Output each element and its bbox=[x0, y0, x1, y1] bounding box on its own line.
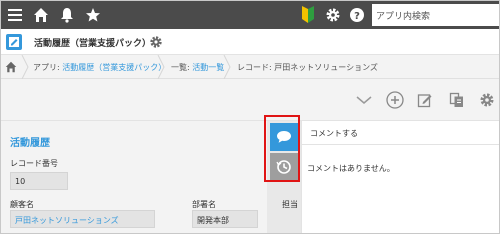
home-icon[interactable] bbox=[31, 5, 51, 25]
gear-icon[interactable] bbox=[478, 91, 496, 109]
highlight-box bbox=[264, 115, 300, 182]
star-icon[interactable] bbox=[83, 5, 103, 25]
gear-icon[interactable] bbox=[323, 5, 343, 25]
breadcrumb: アプリ: 活動履歴（営業支援パック） 一覧: 活動一覧 レコード: 戸田ネットソ… bbox=[1, 54, 499, 80]
duplicate-icon[interactable] bbox=[448, 91, 466, 109]
comment-input[interactable]: コメントする bbox=[302, 121, 499, 145]
department-value: 開発本部 bbox=[192, 210, 258, 228]
person-label-visible: 担当 bbox=[282, 200, 298, 209]
app-header: 活動履歴（営業支援パック） bbox=[1, 29, 499, 55]
record-number-value: 10 bbox=[10, 172, 68, 190]
comment-panel: コメントする コメントはありません。 bbox=[301, 121, 499, 233]
breadcrumb-separator bbox=[21, 54, 29, 80]
top-nav-bar: ? アプリ内検索 bbox=[1, 1, 499, 29]
breadcrumb-separator bbox=[157, 54, 165, 80]
app-icon bbox=[5, 33, 23, 51]
record-toolbar bbox=[1, 79, 499, 121]
edit-icon[interactable] bbox=[416, 91, 434, 109]
record-title: 活動履歴 bbox=[10, 138, 50, 149]
customer-label: 顧客名 bbox=[10, 200, 34, 209]
app-window: ? アプリ内検索 活動履歴（営業支援パック） アプリ: 活動履歴（営業支援パック… bbox=[0, 0, 500, 234]
breadcrumb-app-link[interactable]: 活動履歴（営業支援パック） bbox=[62, 63, 166, 72]
breadcrumb-list-prefix: 一覧: bbox=[171, 63, 193, 72]
breadcrumb-record-label: レコード: 戸田ネットソリューションズ bbox=[237, 63, 378, 72]
breadcrumb-list[interactable]: 一覧: 活動一覧 bbox=[171, 62, 224, 73]
record-detail: 活動履歴 レコード番号 10 顧客名 戸田ネットソリューションズ 部署名 開発本… bbox=[1, 121, 267, 233]
breadcrumb-list-link[interactable]: 活動一覧 bbox=[192, 63, 224, 72]
help-icon[interactable]: ? bbox=[347, 5, 367, 25]
home-icon[interactable] bbox=[5, 61, 17, 73]
chevron-down-icon[interactable] bbox=[355, 91, 373, 109]
search-input[interactable]: アプリ内検索 bbox=[372, 4, 499, 26]
breadcrumb-record: レコード: 戸田ネットソリューションズ bbox=[237, 62, 378, 73]
beginner-mark-icon[interactable] bbox=[298, 5, 318, 25]
bell-icon[interactable] bbox=[57, 5, 77, 25]
add-icon[interactable] bbox=[386, 91, 404, 109]
breadcrumb-app-prefix: アプリ: bbox=[33, 63, 63, 72]
svg-text:?: ? bbox=[354, 11, 360, 22]
app-settings-icon[interactable] bbox=[149, 34, 163, 48]
breadcrumb-app[interactable]: アプリ: 活動履歴（営業支援パック） bbox=[33, 62, 166, 73]
no-comments-text: コメントはありません。 bbox=[307, 164, 395, 173]
department-label: 部署名 bbox=[192, 200, 216, 209]
customer-value[interactable]: 戸田ネットソリューションズ bbox=[10, 210, 155, 228]
record-number-label: レコード番号 bbox=[10, 159, 58, 168]
app-title: 活動履歴（営業支援パック） bbox=[34, 39, 152, 49]
breadcrumb-separator bbox=[223, 54, 231, 80]
menu-icon[interactable] bbox=[5, 5, 25, 25]
